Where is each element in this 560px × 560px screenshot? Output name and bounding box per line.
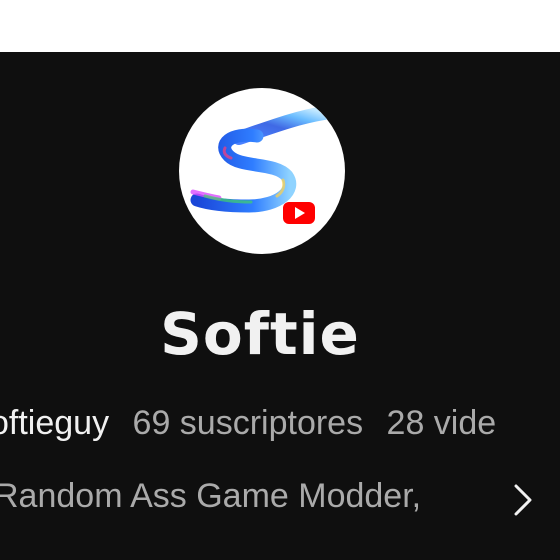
channel-name: Softie	[160, 300, 360, 368]
video-count: 28 vide	[386, 404, 497, 442]
top-white-strip	[0, 0, 560, 52]
channel-header: Softie oftieguy 69 suscriptores 28 vide …	[0, 52, 560, 560]
channel-avatar[interactable]	[179, 88, 345, 254]
channel-meta: oftieguy 69 suscriptores 28 vide	[0, 404, 510, 443]
subscriber-count: 69 suscriptores	[132, 404, 364, 442]
channel-description[interactable]: Random Ass Game Modder,	[0, 477, 421, 516]
softie-logo-icon	[190, 106, 331, 224]
chevron-right-icon[interactable]	[508, 480, 538, 520]
channel-handle[interactable]: oftieguy	[0, 404, 109, 442]
